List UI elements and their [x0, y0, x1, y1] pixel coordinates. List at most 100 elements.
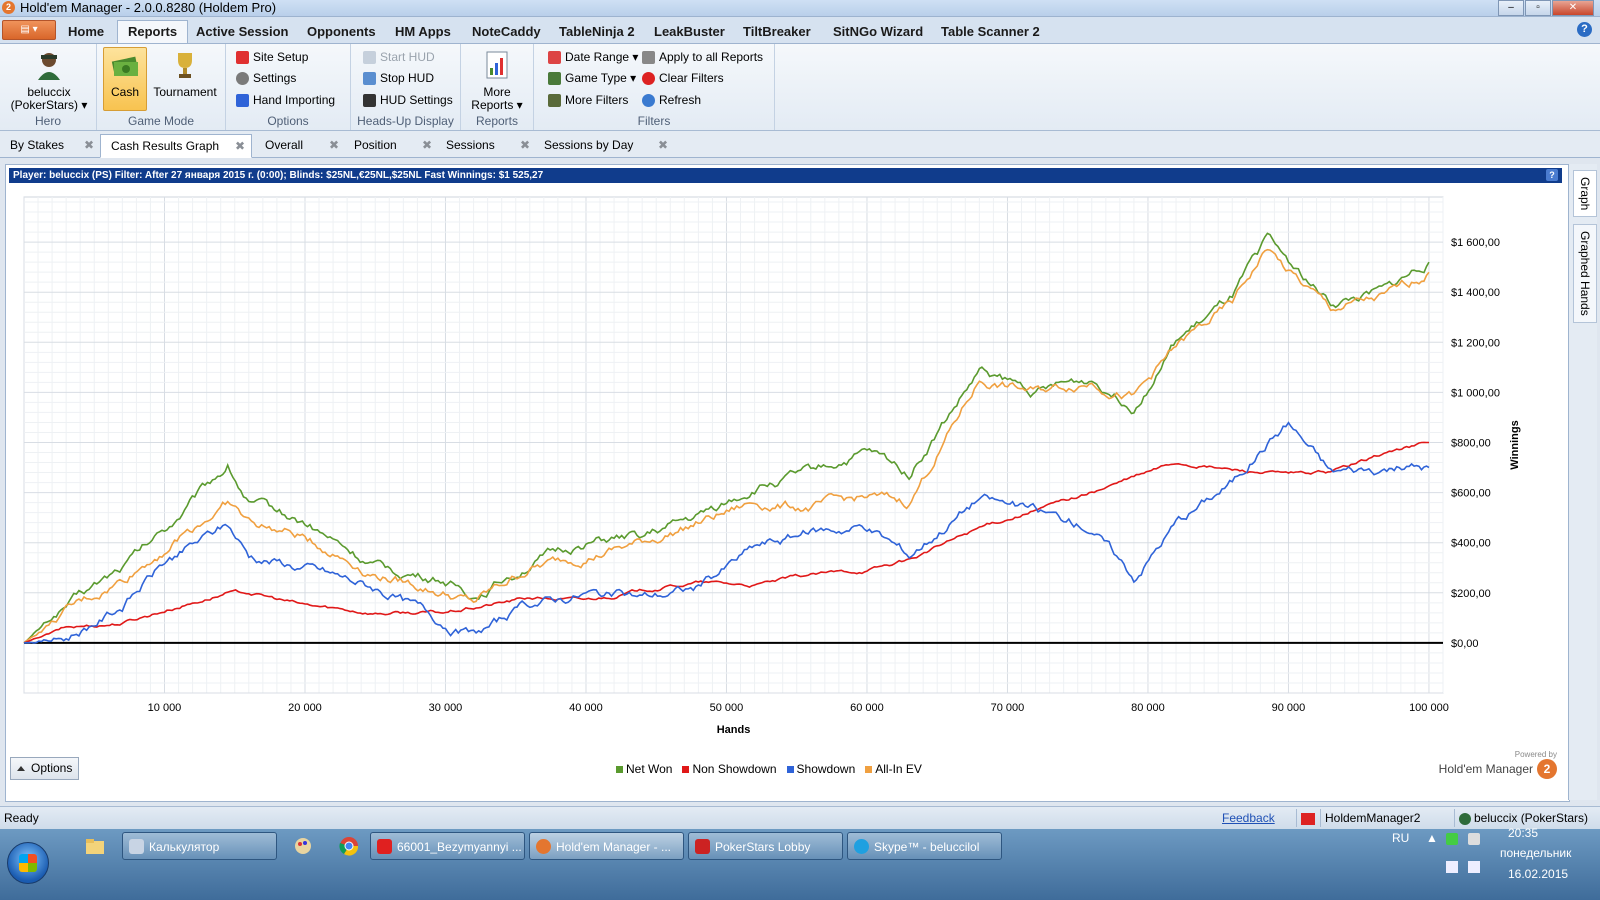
chrome-icon[interactable] — [338, 835, 364, 861]
app-menu-button[interactable]: ▤ ▾ — [2, 20, 56, 40]
cash-button[interactable]: Cash — [103, 47, 147, 111]
volume-icon[interactable] — [1446, 861, 1458, 873]
group-hero: beluccix (PokerStars) ▾ Hero — [0, 44, 97, 130]
more-reports-button[interactable]: More Reports ▾ — [465, 48, 529, 112]
report-tab-sessions-by-day[interactable]: Sessions by Day ✖ — [534, 134, 674, 156]
y-tick-label: $1 000,00 — [1451, 387, 1500, 399]
hud-settings-button[interactable]: HUD Settings — [363, 91, 453, 109]
close-tab-icon[interactable]: ✖ — [422, 134, 432, 156]
refresh-button[interactable]: Refresh — [642, 91, 701, 109]
tab-leakbuster[interactable]: LeakBuster — [652, 21, 727, 43]
stop-hud-button[interactable]: Stop HUD — [363, 69, 434, 87]
tab-home[interactable]: Home — [66, 21, 106, 43]
more-filters-button[interactable]: More Filters — [548, 91, 628, 109]
hm2-status[interactable]: HoldemManager2 — [1320, 809, 1420, 827]
x-axis-label: Hands — [717, 724, 751, 736]
usb-icon[interactable] — [1468, 833, 1480, 845]
close-tab-icon[interactable]: ✖ — [658, 134, 668, 156]
tab-tableninja[interactable]: TableNinja 2 — [557, 21, 637, 43]
hero-selector[interactable]: beluccix (PokerStars) ▾ — [10, 48, 88, 112]
tab-table-scanner[interactable]: Table Scanner 2 — [939, 21, 1042, 43]
tray-expand-icon[interactable]: ▲ — [1426, 831, 1438, 845]
close-tab-icon[interactable]: ✖ — [235, 135, 245, 157]
pokerstars-icon — [695, 839, 710, 854]
feedback-link[interactable]: Feedback — [1222, 811, 1275, 825]
status-bar: Ready Feedback HoldemManager2 beluccix (… — [0, 806, 1600, 829]
stop-icon — [363, 72, 376, 86]
game-type-button[interactable]: Game Type ▾ — [548, 69, 636, 87]
start-button[interactable] — [7, 842, 49, 884]
legend-allin-ev: All-In EV — [865, 762, 922, 776]
start-hud-button[interactable]: Start HUD — [363, 48, 435, 66]
x-tick-label: 60 000 — [850, 702, 884, 714]
x-tick-label: 70 000 — [991, 702, 1025, 714]
hand-importing-button[interactable]: Hand Importing — [236, 91, 335, 109]
close-tab-icon[interactable]: ✖ — [520, 134, 530, 156]
x-tick-label: 80 000 — [1131, 702, 1165, 714]
group-game-mode: Cash Tournament Game Mode — [97, 44, 226, 130]
tab-opponents[interactable]: Opponents — [305, 21, 378, 43]
help-icon[interactable]: ? — [1577, 22, 1592, 37]
expand-icon — [17, 766, 25, 772]
clear-filters-button[interactable]: Clear Filters — [642, 69, 724, 87]
info-help-icon[interactable]: ? — [1546, 169, 1558, 181]
security-icon[interactable] — [1446, 833, 1458, 845]
apply-all-reports-button[interactable]: Apply to all Reports — [642, 48, 763, 66]
import-icon — [236, 94, 249, 108]
report-tab-cash-results-graph[interactable]: Cash Results Graph ✖ — [100, 134, 252, 158]
close-button[interactable]: ✕ — [1552, 0, 1594, 16]
tab-notecaddy[interactable]: NoteCaddy — [470, 21, 543, 43]
clock-time[interactable]: 20:35 — [1508, 826, 1538, 840]
calculator-icon — [129, 839, 144, 854]
trophy-icon — [178, 53, 192, 78]
gear-icon — [236, 72, 249, 86]
minimize-button[interactable]: – — [1498, 0, 1524, 16]
filter-info-bar: Player: beluccix (PS) Filter: After 27 я… — [9, 168, 1562, 183]
tab-tiltbreaker[interactable]: TiltBreaker — [741, 21, 813, 43]
settings-button[interactable]: Settings — [236, 69, 296, 87]
skype-icon — [854, 839, 869, 854]
maximize-button[interactable]: ▫ — [1525, 0, 1551, 16]
group-hud: Start HUD Stop HUD HUD Settings Heads-Up… — [351, 44, 461, 130]
hud-settings-icon — [363, 94, 376, 108]
close-tab-icon[interactable]: ✖ — [84, 134, 94, 156]
report-tab-by-stakes[interactable]: By Stakes ✖ — [0, 134, 100, 156]
game-type-icon — [548, 72, 561, 86]
paint-icon[interactable] — [292, 835, 318, 861]
tab-hm-apps[interactable]: HM Apps — [393, 21, 453, 43]
report-tabs: By Stakes ✖ Cash Results Graph ✖ Overall ✖ … — [0, 131, 1600, 158]
close-tab-icon[interactable]: ✖ — [329, 134, 339, 156]
language-indicator[interactable]: RU — [1392, 831, 1409, 845]
side-tab-graphed-hands[interactable]: Graphed Hands — [1573, 224, 1597, 323]
refresh-icon — [642, 94, 655, 108]
options-button[interactable]: Options — [10, 757, 79, 780]
flag-icon[interactable] — [1296, 809, 1315, 827]
tab-reports[interactable]: Reports — [117, 20, 189, 43]
network-icon[interactable] — [1468, 861, 1480, 873]
ribbon: beluccix (PokerStars) ▾ Hero Cash Tourna… — [0, 44, 1600, 131]
date-range-button[interactable]: Date Range ▾ — [548, 48, 638, 66]
tournament-button[interactable]: Tournament — [149, 48, 221, 99]
clear-icon — [642, 72, 655, 86]
tab-active-session[interactable]: Active Session — [194, 21, 291, 43]
task-skype[interactable]: Skype™ - beluccilol — [847, 832, 1002, 860]
yandex-icon — [377, 839, 392, 854]
y-axis-label: Winnings — [1509, 420, 1521, 469]
side-tab-graph[interactable]: Graph — [1573, 170, 1597, 218]
task-yandex[interactable]: 66001_Bezymyannyi ... — [370, 832, 525, 860]
explorer-icon[interactable] — [84, 835, 110, 861]
x-tick-label: 100 000 — [1409, 702, 1449, 714]
group-options: Site Setup Settings Hand Importing Optio… — [226, 44, 351, 130]
site-setup-button[interactable]: Site Setup — [236, 48, 308, 66]
y-tick-label: $200,00 — [1451, 588, 1491, 600]
player-status[interactable]: beluccix (PokerStars) — [1454, 809, 1588, 827]
report-tab-overall[interactable]: Overall ✖ — [255, 134, 345, 156]
task-pokerstars[interactable]: PokerStars Lobby — [688, 832, 843, 860]
task-holdem-manager[interactable]: Hold'em Manager - ... — [529, 832, 684, 860]
y-tick-label: $400,00 — [1451, 538, 1491, 550]
task-calculator[interactable]: Калькулятор — [122, 832, 277, 860]
tab-sitngo-wizard[interactable]: SitNGo Wizard — [831, 21, 925, 43]
report-tab-position[interactable]: Position ✖ — [344, 134, 438, 156]
powered-by: Powered by Hold'em Manager 2 — [1439, 750, 1557, 779]
report-tab-sessions[interactable]: Sessions ✖ — [436, 134, 536, 156]
